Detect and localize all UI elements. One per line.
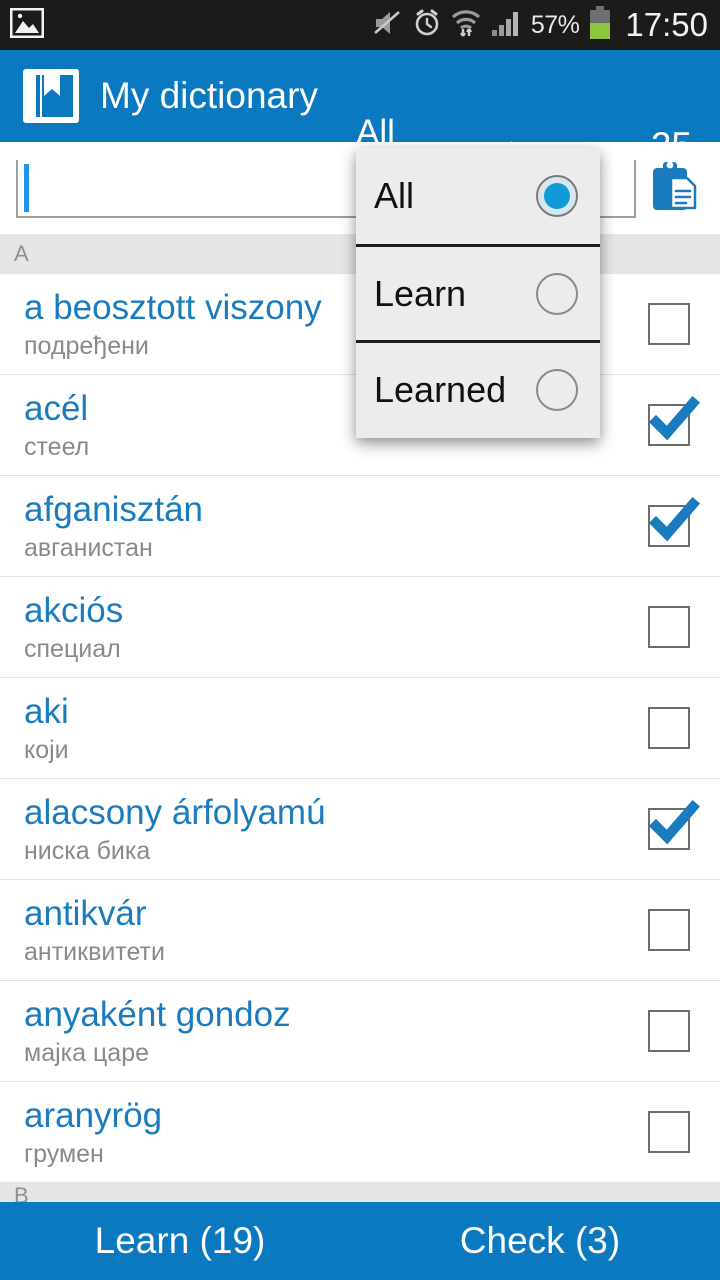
bottom-action-bar: Learn (19) Check (3) (0, 1202, 720, 1280)
translation-label: који (24, 736, 69, 764)
learn-button[interactable]: Learn (19) (0, 1202, 360, 1280)
word-label: alacsony árfolyamú (24, 793, 326, 832)
radio-button-icon[interactable] (536, 175, 578, 217)
dropdown-option-label: Learn (374, 272, 467, 314)
translation-label: мајка царе (24, 1039, 150, 1067)
check-mark-icon (648, 799, 701, 845)
row-checkbox[interactable] (648, 909, 690, 951)
row-texts: akciós специал (0, 589, 600, 665)
row-texts: anyaként gondoz мајка царе (0, 993, 600, 1069)
row-checkbox[interactable] (648, 395, 701, 446)
word-label: anyaként gondoz (24, 995, 291, 1034)
row-texts: aranyrög грумен (0, 1094, 600, 1170)
dropdown-option[interactable]: Learned (356, 340, 600, 436)
word-label: aranyrög (24, 1096, 163, 1135)
translation-label: авганистан (24, 534, 153, 562)
book-bookmark-icon (20, 66, 82, 126)
image-icon (9, 7, 45, 43)
status-bar-right: 57% 17:50 (373, 5, 720, 45)
radio-button-icon[interactable] (536, 368, 578, 411)
row-texts: afganisztán авганистан (0, 488, 600, 564)
word-label: aki (24, 692, 69, 731)
row-texts: alacsony árfolyamú ниска бика (0, 791, 600, 867)
battery-percent-label: 57% (530, 10, 580, 39)
wifi-transfer-icon (451, 8, 481, 43)
table-row[interactable]: anyaként gondoz мајка царе (0, 981, 720, 1082)
row-checkbox[interactable] (648, 707, 690, 749)
table-row[interactable]: aranyrög грумен (0, 1082, 720, 1183)
filter-dropdown-options: All Learn Learned (356, 148, 600, 436)
row-checkbox[interactable] (648, 799, 701, 850)
table-row[interactable]: antikvár антиквитети (0, 880, 720, 981)
row-texts: aki који (0, 690, 600, 766)
translation-label: ниска бика (24, 837, 151, 865)
translation-label: грумен (24, 1140, 104, 1168)
word-label: akciós (24, 591, 124, 630)
clipboard-paste-icon[interactable] (646, 158, 704, 218)
dropdown-option[interactable]: Learn (356, 244, 600, 340)
radio-button-icon[interactable] (536, 272, 578, 315)
cellular-signal-icon (490, 8, 522, 43)
page-title: My dictionary (100, 75, 318, 116)
next-section-header: B (0, 1183, 720, 1202)
row-checkbox[interactable] (648, 496, 701, 547)
status-bar: 57% 17:50 (0, 0, 720, 50)
row-checkbox[interactable] (648, 1010, 690, 1052)
word-label: afganisztán (24, 490, 204, 529)
app-screen: 57% 17:50 My dictionary All A a beosztot… (0, 0, 720, 1280)
text-cursor (24, 164, 29, 212)
battery-icon (588, 5, 612, 45)
table-row[interactable]: aki који (0, 678, 720, 779)
row-texts: antikvár антиквитети (0, 892, 600, 968)
volume-mute-icon (373, 8, 403, 43)
status-bar-left (0, 7, 45, 43)
action-bar: My dictionary All 25 (0, 50, 720, 174)
status-bar-clock: 17:50 (625, 6, 708, 43)
alarm-clock-icon (412, 8, 442, 43)
check-button[interactable]: Check (3) (360, 1202, 720, 1280)
translation-label: специал (24, 635, 121, 663)
dropdown-option[interactable]: All (356, 148, 600, 244)
word-label: antikvár (24, 894, 147, 933)
row-checkbox[interactable] (648, 606, 690, 648)
table-row[interactable]: akciós специал (0, 577, 720, 678)
table-row[interactable]: afganisztán авганистан (0, 476, 720, 577)
check-mark-icon (648, 395, 701, 441)
filter-dropdown-menu[interactable]: All Learn Learned (356, 148, 600, 438)
translation-label: антиквитети (24, 938, 165, 966)
dropdown-option-label: All (374, 175, 415, 216)
row-checkbox[interactable] (648, 303, 690, 345)
dropdown-option-label: Learned (374, 368, 507, 410)
check-mark-icon (648, 496, 701, 542)
row-checkbox[interactable] (648, 1111, 690, 1153)
table-row[interactable]: alacsony árfolyamú ниска бика (0, 779, 720, 880)
